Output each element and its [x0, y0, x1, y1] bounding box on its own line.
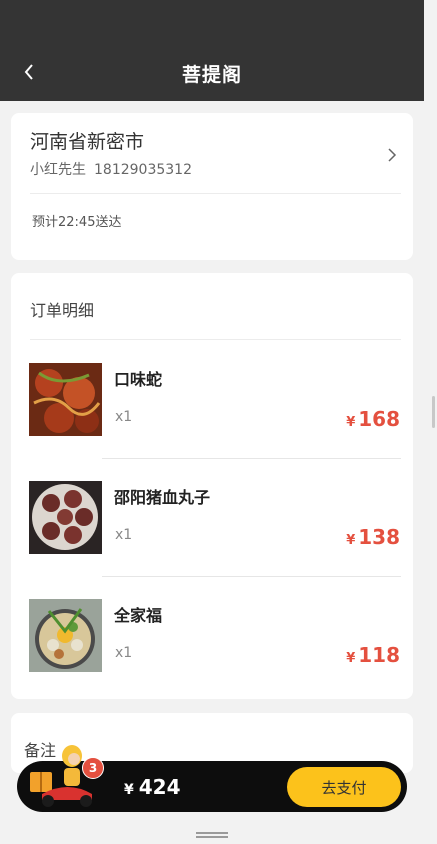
scrollbar[interactable] — [432, 396, 435, 428]
dish-price: ¥118 — [346, 643, 400, 667]
delivery-eta: 预计22:45送达 — [32, 215, 122, 230]
divider — [30, 339, 401, 340]
dish-quantity: x1 — [115, 409, 133, 425]
order-item[interactable]: 全家福 x1 ¥118 — [11, 599, 413, 717]
divider — [102, 458, 401, 459]
address-card[interactable]: 河南省新密市 小红先生 18129035312 预计22:45送达 — [11, 113, 413, 260]
order-details-card: 订单明细 口味蛇 x1 ¥168 邵阳猪血丸子 x1 ¥ 138 全家福 x1 … — [11, 273, 413, 699]
total-value: 424 — [138, 775, 181, 799]
contact-info: 小红先生 18129035312 — [30, 159, 192, 179]
price-value: 168 — [358, 407, 400, 431]
price-value: 118 — [358, 643, 400, 667]
order-item[interactable]: 邵阳猪血丸子 x1 ¥138 — [11, 481, 413, 599]
dish-name: 全家福 — [114, 606, 163, 625]
dish-quantity: x1 — [115, 645, 133, 661]
currency-symbol: ¥ — [346, 415, 356, 430]
total-amount: ¥424 — [124, 775, 181, 799]
dish-price: ¥138 — [346, 525, 400, 549]
contact-name: 小红先生 — [30, 162, 86, 178]
dish-image-zhuxuewanzi — [29, 481, 102, 554]
order-item[interactable]: 口味蛇 x1 ¥168 — [11, 363, 413, 481]
top-header: 菩提阁 — [0, 0, 424, 101]
cart-count-badge: 3 — [82, 757, 104, 779]
dish-price: ¥168 — [346, 407, 400, 431]
dish-name: 邵阳猪血丸子 — [114, 488, 211, 507]
chevron-right-icon[interactable] — [385, 148, 399, 162]
price-value: 138 — [358, 525, 400, 549]
currency-symbol: ¥ — [346, 533, 356, 548]
currency-symbol: ¥ — [124, 782, 134, 798]
contact-phone: 18129035312 — [94, 162, 192, 178]
dish-name: 口味蛇 — [114, 370, 163, 389]
pay-button[interactable]: 去支付 — [287, 767, 401, 807]
dish-image-quanjiafu — [29, 599, 102, 672]
page-title: 菩提阁 — [181, 64, 242, 86]
currency-symbol: ¥ — [346, 651, 356, 666]
address-text: 河南省新密市 — [30, 131, 145, 153]
dish-quantity: x1 — [115, 527, 133, 543]
divider — [102, 576, 401, 577]
home-indicator[interactable] — [196, 832, 228, 838]
dish-image-kouweishe — [29, 363, 102, 436]
order-details-title: 订单明细 — [30, 301, 95, 320]
divider — [30, 193, 401, 194]
